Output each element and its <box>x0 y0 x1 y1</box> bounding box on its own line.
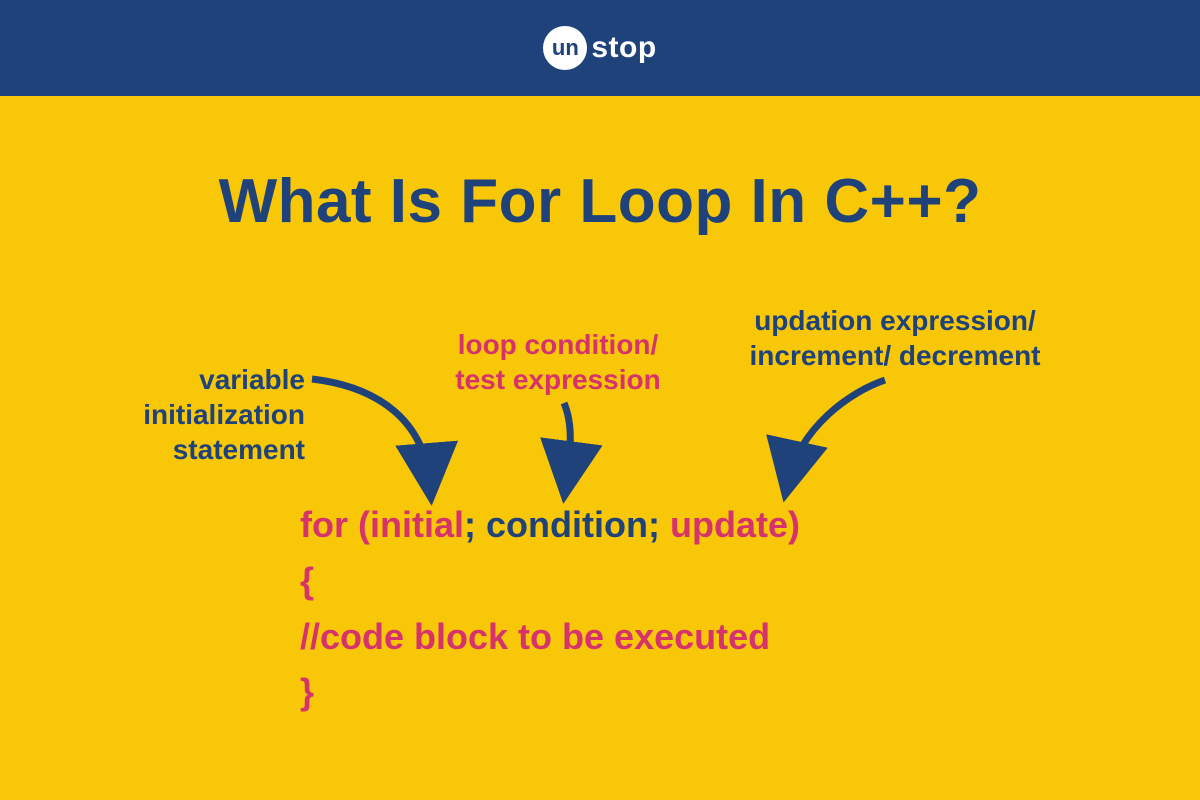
label-upd-line2: increment/ decrement <box>750 340 1041 371</box>
arrow-update-icon <box>770 372 910 502</box>
label-upd-line1: updation expression/ <box>754 305 1036 336</box>
label-update: updation expression/ increment/ decremen… <box>730 303 1060 373</box>
code-comment: //code block to be executed <box>300 609 800 665</box>
code-line-for: for (initial; condition; update) <box>300 497 800 553</box>
arrow-init-icon <box>300 367 470 507</box>
code-close-brace: } <box>300 664 800 720</box>
code-sep2: ; <box>648 504 670 545</box>
label-init-line2: initialization <box>143 399 305 430</box>
label-cond-line2: test expression <box>455 364 660 395</box>
page-title: What Is For Loop In C++? <box>0 166 1200 237</box>
diagram-area: variable initialization statement loop c… <box>0 237 1200 767</box>
arrow-cond-icon <box>540 397 600 497</box>
code-condition: condition <box>486 504 648 545</box>
label-init-line1: variable <box>199 364 305 395</box>
logo-text: stop <box>591 31 656 65</box>
label-condition: loop condition/ test expression <box>438 327 678 397</box>
label-initialization: variable initialization statement <box>115 362 305 467</box>
code-block: for (initial; condition; update) { //cod… <box>300 497 800 720</box>
header-bar: un stop <box>0 0 1200 96</box>
code-update: update <box>670 504 788 545</box>
label-init-line3: statement <box>173 434 305 465</box>
logo-circle-text: un <box>552 35 579 61</box>
code-close-paren: ) <box>788 504 800 545</box>
label-cond-line1: loop condition/ <box>458 329 659 360</box>
code-initial: initial <box>370 504 464 545</box>
logo-circle-icon: un <box>543 26 587 70</box>
logo: un stop <box>543 26 656 70</box>
code-open-brace: { <box>300 553 800 609</box>
code-sep1: ; <box>464 504 486 545</box>
code-for-keyword: for ( <box>300 504 370 545</box>
